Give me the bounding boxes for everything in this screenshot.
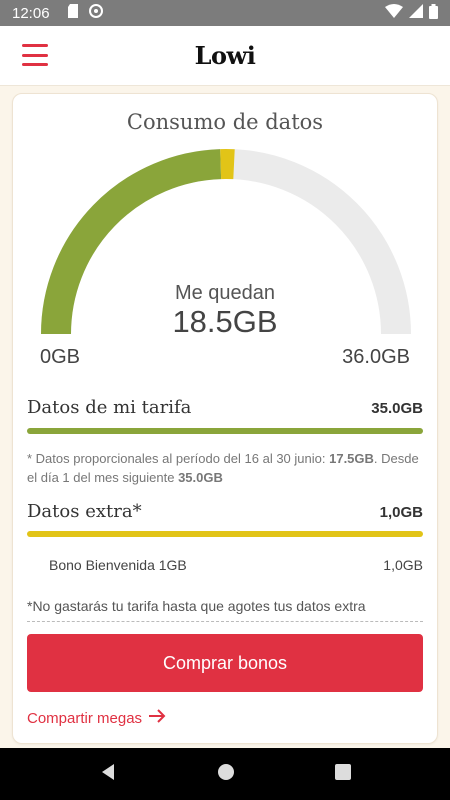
gauge-min-label: 0GB: [40, 346, 81, 368]
tariff-note-value1: 17.5GB: [329, 451, 374, 466]
extra-note: *No gastarás tu tarifa hasta que agotes …: [27, 598, 366, 614]
app-bar: Lowi: [0, 26, 450, 86]
tariff-bar: [27, 428, 423, 434]
sd-card-icon: [67, 4, 80, 22]
gauge-max-label: 36.0GB: [342, 346, 410, 368]
signal-icon: [409, 4, 423, 22]
bono-amount: 1,0GB: [383, 557, 423, 573]
data-saver-icon: [88, 3, 104, 23]
extra-amount: 1,0GB: [379, 504, 423, 521]
extra-row: Datos extra* 1,0GB: [27, 501, 423, 522]
extra-bar: [27, 531, 423, 537]
tariff-note: * Datos proporcionales al período del 16…: [27, 449, 423, 487]
share-link-label: Compartir megas: [27, 709, 143, 727]
arrow-right-icon: [148, 709, 166, 727]
remaining-label: Me quedan: [174, 282, 276, 304]
extra-label: Datos extra*: [27, 501, 142, 522]
remaining-value: 18.5GB: [172, 304, 278, 339]
tariff-note-prefix: * Datos proporcionales al período del 16…: [27, 451, 326, 466]
data-usage-card: Consumo de datos Me quedan 18.5GB 0GB 36…: [12, 93, 438, 744]
lowi-logo: Lowi: [194, 41, 256, 70]
home-icon[interactable]: [217, 763, 235, 786]
back-icon[interactable]: [99, 763, 117, 786]
buy-bonus-button[interactable]: Comprar bonos: [27, 634, 423, 692]
divider: [27, 621, 423, 622]
status-time: 12:06: [12, 4, 50, 22]
tariff-label: Datos de mi tarifa: [27, 397, 192, 418]
system-nav-bar: [0, 748, 450, 800]
menu-icon[interactable]: [22, 44, 48, 66]
wifi-icon: [385, 4, 403, 22]
tariff-amount: 35.0GB: [371, 400, 423, 417]
recents-icon[interactable]: [335, 763, 351, 785]
bono-name: Bono Bienvenida 1GB: [49, 557, 187, 573]
battery-icon: [429, 3, 438, 23]
tariff-row: Datos de mi tarifa 35.0GB: [27, 397, 423, 418]
share-data-link[interactable]: Compartir megas: [27, 709, 166, 727]
list-item: Bono Bienvenida 1GB 1,0GB: [49, 557, 423, 573]
status-bar: 12:06: [0, 0, 450, 26]
tariff-note-value2: 35.0GB: [178, 470, 223, 485]
